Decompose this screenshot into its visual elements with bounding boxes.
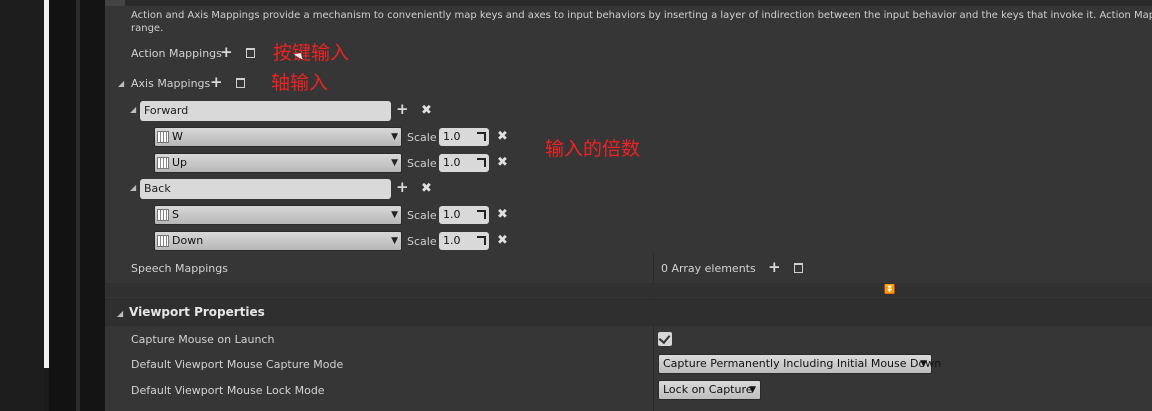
chevron-down-icon: ▼ xyxy=(391,132,398,142)
chevron-down-icon: ▼ xyxy=(391,158,398,168)
axis-name-field[interactable]: Back xyxy=(140,179,391,199)
speech-mappings-count: 0 Array elements xyxy=(661,262,756,275)
lock-mode-value: Lock on Capture xyxy=(663,383,753,396)
checkmark-icon xyxy=(658,331,671,345)
lock-mode-dropdown[interactable]: Lock on Capture ▼ xyxy=(658,380,761,400)
description-line-2: range. xyxy=(131,23,164,34)
chevron-down-icon: ▼ xyxy=(391,210,398,220)
advanced-expander[interactable] xyxy=(105,283,1152,297)
keyboard-icon xyxy=(157,235,169,247)
scale-input[interactable]: 1.0 xyxy=(439,128,489,146)
annotation-axis: 轴输入 xyxy=(271,72,329,94)
remove-axis-icon[interactable]: ✖ xyxy=(421,104,432,118)
axis-back-collapse-icon[interactable]: ◢ xyxy=(130,183,136,192)
key-value: Down xyxy=(172,234,204,247)
key-selector[interactable]: Up ▼ xyxy=(154,153,402,173)
scale-value: 1.0 xyxy=(443,234,461,247)
drag-spin-icon xyxy=(477,132,486,141)
chevron-down-icon: ▼ xyxy=(749,385,756,395)
chevron-down-icon: ▼ xyxy=(391,236,398,246)
capture-mode-dropdown[interactable]: Capture Permanently Including Initial Mo… xyxy=(658,354,941,374)
add-action-mapping-icon[interactable]: + xyxy=(220,45,233,60)
annotation-action: 按键输入 xyxy=(273,42,350,64)
key-value: S xyxy=(172,208,179,221)
lock-mode-label: Default Viewport Mouse Lock Mode xyxy=(131,384,325,397)
annotation-scale: 输入的倍数 xyxy=(545,138,641,160)
axis-forward-collapse-icon[interactable]: ◢ xyxy=(130,105,136,114)
drag-spin-icon xyxy=(477,236,486,245)
mappings-description: Action and Axis Mappings provide a mecha… xyxy=(131,9,1152,35)
keyboard-icon xyxy=(157,209,169,221)
chevron-down-icon: ▼ xyxy=(920,359,927,369)
remove-key-icon[interactable]: ✖ xyxy=(497,208,508,222)
capture-mouse-checkbox[interactable] xyxy=(658,331,672,346)
capture-mode-label: Default Viewport Mouse Capture Mode xyxy=(131,358,344,371)
speech-mappings-label: Speech Mappings xyxy=(131,262,228,275)
scale-label: Scale xyxy=(407,131,437,144)
drag-spin-icon xyxy=(477,158,486,167)
description-line-1: Action and Axis Mappings provide a mecha… xyxy=(131,10,1152,21)
key-value: Up xyxy=(172,156,188,169)
scale-label: Scale xyxy=(407,235,437,248)
remove-key-icon[interactable]: ✖ xyxy=(497,234,508,248)
scale-value: 1.0 xyxy=(443,208,461,221)
drag-spin-icon xyxy=(477,210,486,219)
axis-mappings-collapse-icon[interactable]: ◢ xyxy=(118,79,124,88)
axis-mappings-label: Axis Mappings xyxy=(131,77,211,90)
scale-label: Scale xyxy=(407,209,437,222)
key-selector[interactable]: W ▼ xyxy=(154,127,402,147)
keyboard-icon xyxy=(157,157,169,169)
add-speech-mapping-icon[interactable]: + xyxy=(768,260,781,275)
expand-advanced-icon[interactable]: ⏬ xyxy=(884,285,895,295)
keyboard-icon xyxy=(157,131,169,143)
remove-axis-icon[interactable]: ✖ xyxy=(421,182,432,196)
capture-mode-value: Capture Permanently Including Initial Mo… xyxy=(663,357,942,370)
action-mappings-label: Action Mappings xyxy=(131,47,222,60)
delete-action-mappings-icon[interactable] xyxy=(246,48,255,58)
scale-label: Scale xyxy=(407,157,437,170)
delete-axis-mappings-icon[interactable] xyxy=(236,78,245,88)
key-selector[interactable]: Down ▼ xyxy=(154,231,402,251)
viewport-section-title: Viewport Properties xyxy=(129,305,265,319)
left-strip xyxy=(0,0,44,411)
remove-key-icon[interactable]: ✖ xyxy=(497,156,508,170)
key-value: W xyxy=(172,130,183,143)
axis-name-field[interactable]: Forward xyxy=(140,101,391,121)
add-key-icon[interactable]: + xyxy=(396,180,409,195)
key-selector[interactable]: S ▼ xyxy=(154,205,402,225)
delete-speech-mappings-icon[interactable] xyxy=(794,263,803,273)
viewport-collapse-icon[interactable]: ◢ xyxy=(117,309,123,318)
scale-input[interactable]: 1.0 xyxy=(439,154,489,172)
scale-input[interactable]: 1.0 xyxy=(439,206,489,224)
column-divider[interactable] xyxy=(653,253,654,411)
add-axis-mapping-icon[interactable]: + xyxy=(210,75,223,90)
remove-key-icon[interactable]: ✖ xyxy=(497,130,508,144)
scale-value: 1.0 xyxy=(443,156,461,169)
scale-value: 1.0 xyxy=(443,130,461,143)
left-gutter-2 xyxy=(80,0,105,411)
add-key-icon[interactable]: + xyxy=(396,102,409,117)
left-gutter xyxy=(49,0,76,411)
capture-mouse-label: Capture Mouse on Launch xyxy=(131,333,275,346)
scale-input[interactable]: 1.0 xyxy=(439,232,489,250)
top-bar xyxy=(105,0,1152,6)
